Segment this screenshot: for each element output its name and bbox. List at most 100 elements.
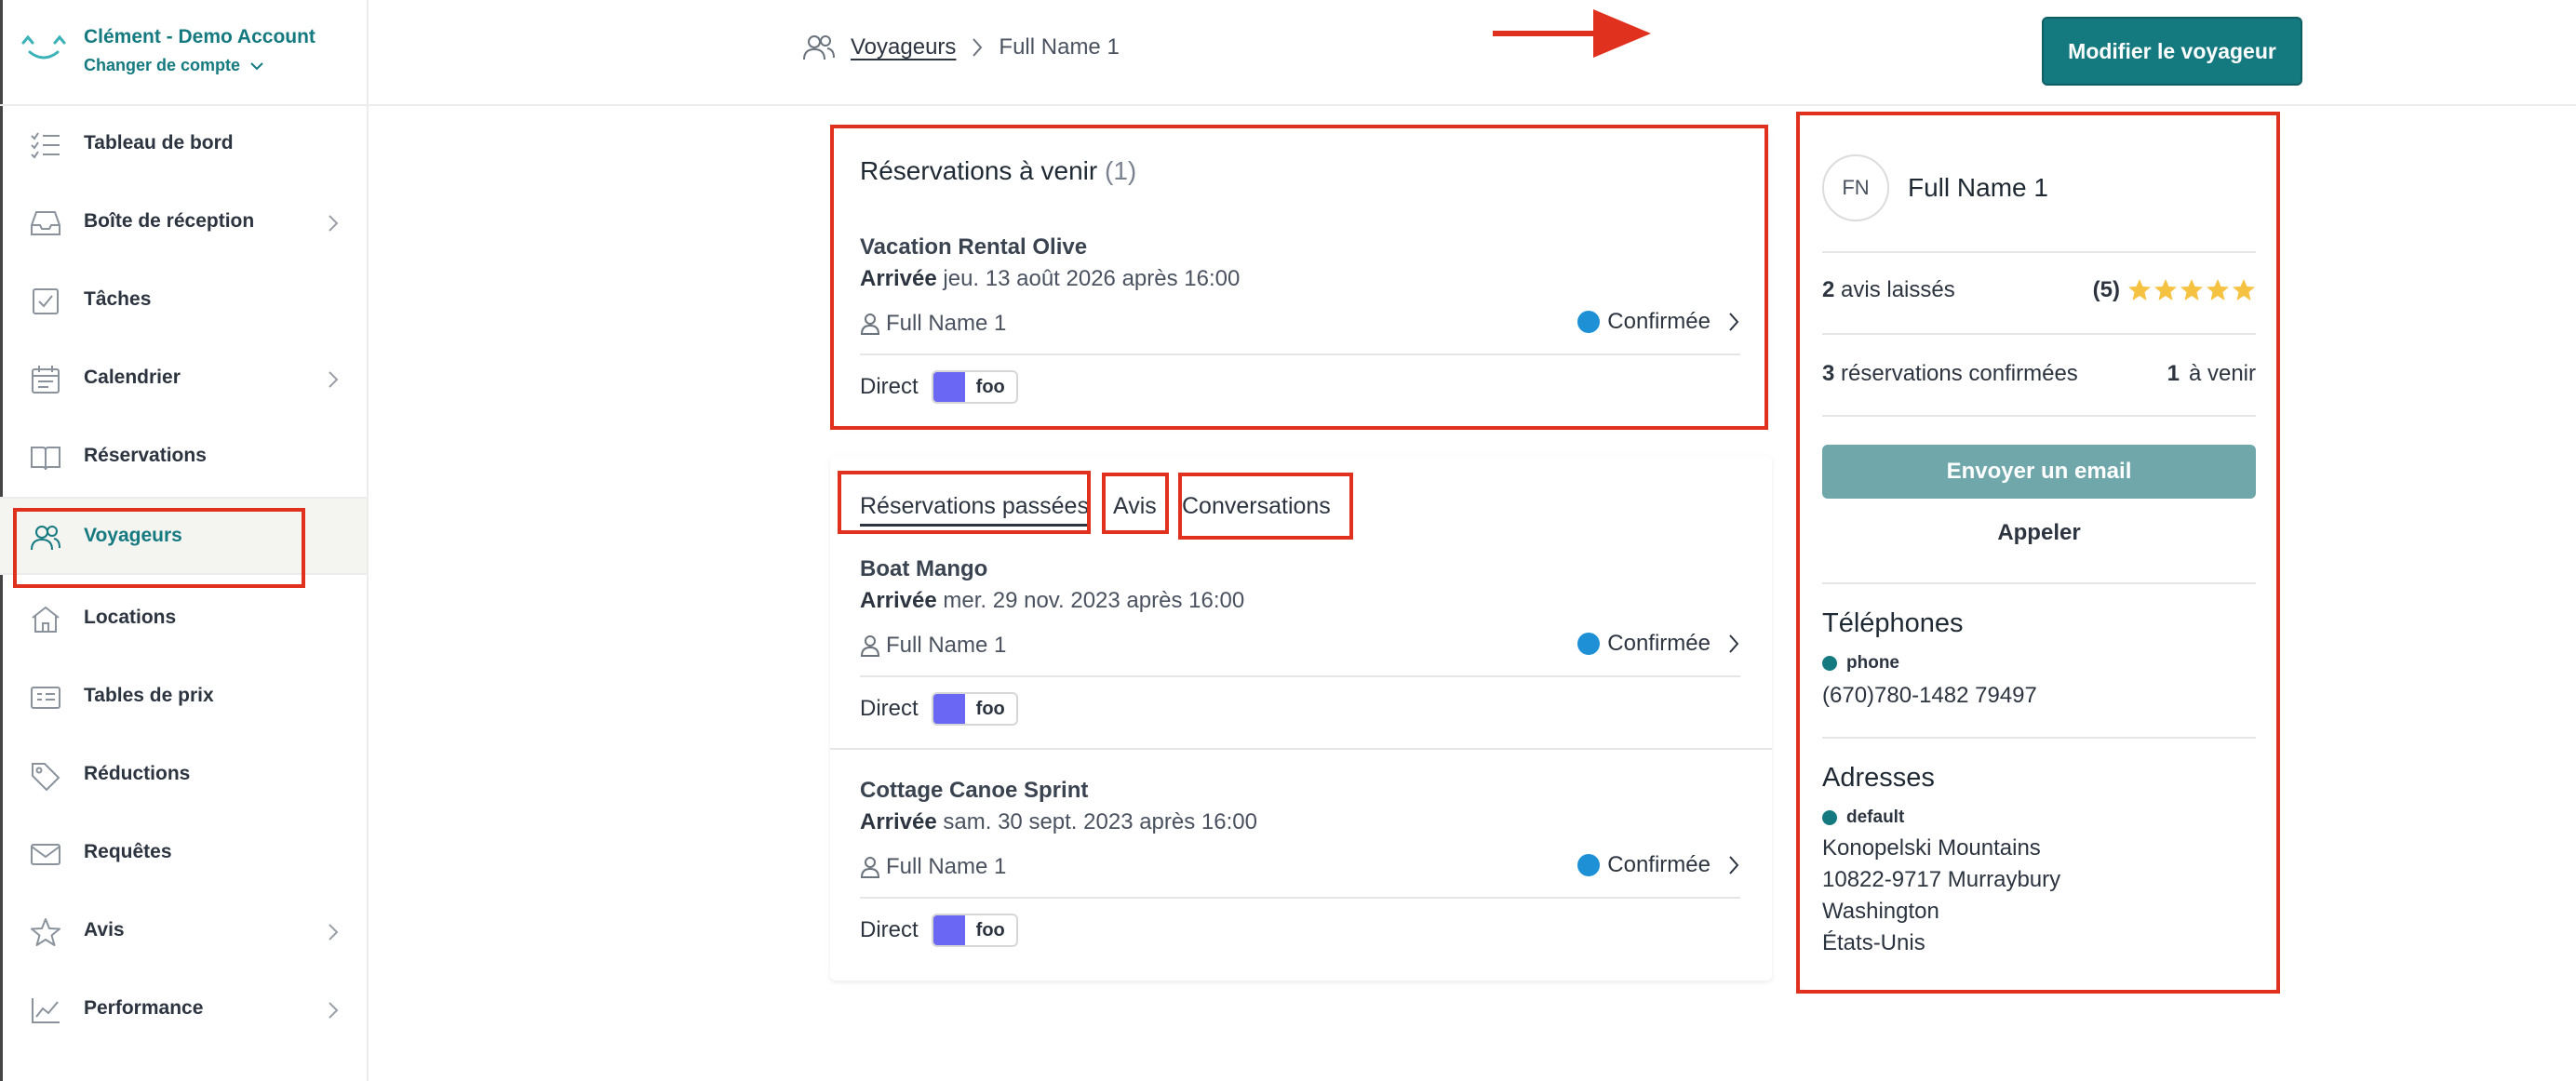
sidebar-item-label: Tâches: [84, 288, 152, 310]
guest-name: Full Name 1: [860, 854, 1006, 880]
phone-kind: phone: [1822, 653, 1899, 674]
sidebar-item-performance[interactable]: Performance: [0, 971, 367, 1049]
guest-name: Full Name 1: [860, 311, 1006, 337]
price-table-icon: [31, 687, 60, 709]
chevron-right-icon: [1729, 313, 1739, 331]
channel-label: Direct: [860, 374, 919, 399]
task-check-icon: [33, 288, 59, 314]
reviews-label: avis laissés: [1841, 277, 1955, 302]
address-kind-dot: [1822, 810, 1837, 825]
modify-traveler-button[interactable]: Modifier le voyageur: [2042, 17, 2302, 86]
chevron-right-icon: [329, 215, 339, 232]
channel-row: Direct foo: [860, 370, 1018, 404]
sidebar-item-label: Tableau de bord: [84, 132, 234, 153]
guest-name-label: Full Name 1: [886, 311, 1007, 336]
phone-value[interactable]: (670)780-1482 79497: [1822, 683, 2037, 709]
dashboard-list-icon: [31, 132, 60, 159]
tag-label: foo: [975, 698, 1005, 719]
sidebar-item-requetes[interactable]: Requêtes: [0, 815, 367, 893]
reviews-summary: 2 avis laissés (5): [1822, 277, 2256, 303]
status-confirmed[interactable]: Confirmée: [1577, 309, 1740, 335]
tag-label: foo: [975, 376, 1005, 397]
guest-name-label: Full Name 1: [886, 854, 1007, 879]
sidebar-item-calendrier[interactable]: Calendrier: [0, 340, 367, 419]
past-reservations-card: Réservations passées Avis Conversations …: [830, 456, 1772, 981]
sidebar-item-voyageurs[interactable]: Voyageurs: [0, 497, 367, 575]
sidebar-item-label: Performance: [84, 997, 204, 1019]
row-separator: [830, 748, 1772, 750]
sidebar-item-locations[interactable]: Locations: [0, 581, 367, 659]
sidebar-item-label: Calendrier: [84, 367, 181, 388]
tab-past-reservations[interactable]: Réservations passées: [860, 493, 1089, 527]
address-kind-label: default: [1846, 807, 1905, 827]
user-icon: [860, 314, 880, 335]
upcoming-summary: 1 à venir: [2167, 361, 2256, 387]
star-icon: [2180, 279, 2203, 300]
confirmed-count: 3: [1822, 361, 1835, 386]
divider: [860, 675, 1740, 677]
sidebar-item-avis[interactable]: Avis: [0, 893, 367, 971]
user-icon: [860, 857, 880, 878]
avatar: FN: [1822, 154, 1889, 221]
channel-label: Direct: [860, 696, 919, 721]
divider: [860, 354, 1740, 355]
home-icon: [32, 606, 60, 633]
tab-conversations[interactable]: Conversations: [1182, 493, 1331, 520]
star-icon: [2154, 279, 2177, 300]
smile-logo-icon: [21, 34, 66, 60]
arrival-line: Arrivée sam. 30 sept. 2023 après 16:00: [860, 809, 1257, 835]
channel-row: Direct foo: [860, 914, 1018, 947]
status-label: Confirmée: [1607, 631, 1711, 656]
sidebar-item-reservations[interactable]: Réservations: [0, 419, 367, 497]
arrival-date: jeu. 13 août 2026 après 16:00: [943, 266, 1241, 291]
chevron-right-icon: [973, 38, 983, 57]
users-icon: [803, 35, 835, 60]
star-icon: [2207, 279, 2229, 300]
sidebar-item-reductions[interactable]: Réductions: [0, 737, 367, 815]
send-email-button[interactable]: Envoyer un email: [1822, 445, 2256, 499]
account-name: Clément - Demo Account: [84, 26, 315, 47]
chevron-right-icon: [329, 1002, 339, 1019]
status-confirmed[interactable]: Confirmée: [1577, 631, 1740, 657]
status-label: Confirmée: [1607, 852, 1711, 877]
sidebar-item-taches[interactable]: Tâches: [0, 262, 367, 340]
channel-row: Direct foo: [860, 692, 1018, 726]
status-confirmed[interactable]: Confirmée: [1577, 852, 1740, 878]
switch-account-link[interactable]: Changer de compte: [84, 56, 264, 75]
property-name: Boat Mango: [860, 556, 988, 581]
sidebar-item-label: Réservations: [84, 445, 207, 466]
traveler-profile-card: FN Full Name 1 2 avis laissés (5) 3 rése…: [1800, 115, 2276, 990]
chevron-down-icon: [250, 61, 263, 70]
sidebar-item-boite-de-reception[interactable]: Boîte de réception: [0, 184, 367, 262]
sidebar-item-label: Avis: [84, 919, 125, 941]
users-icon: [31, 526, 60, 551]
sidebar-item-label: Réductions: [84, 763, 191, 784]
phone-kind-label: phone: [1846, 653, 1899, 673]
sidebar-item-tableau-de-bord[interactable]: Tableau de bord: [0, 106, 367, 184]
tag-color-swatch: [932, 694, 965, 724]
reservation-tag: foo: [931, 692, 1018, 726]
status-label: Confirmée: [1607, 309, 1711, 334]
arrival-line: Arrivée jeu. 13 août 2026 après 16:00: [860, 266, 1240, 292]
switch-account-label: Changer de compte: [84, 56, 241, 74]
sidebar-item-tables-de-prix[interactable]: Tables de prix: [0, 659, 367, 737]
status-dot: [1577, 633, 1601, 655]
address-line: Washington: [1822, 899, 1939, 924]
address-line: États-Unis: [1822, 930, 1925, 955]
chevron-right-icon: [1729, 856, 1739, 874]
status-dot: [1577, 854, 1601, 876]
phone-kind-dot: [1822, 656, 1837, 671]
arrival-label: Arrivée: [860, 266, 937, 291]
breadcrumb-link-voyageurs[interactable]: Voyageurs: [851, 34, 956, 60]
address-kind: default: [1822, 807, 1904, 828]
reviews-count: 2: [1822, 277, 1835, 302]
upcoming-label: à venir: [2188, 361, 2256, 386]
sidebar: Clément - Demo Account Changer de compte…: [0, 0, 369, 1081]
call-button[interactable]: Appeler: [1822, 512, 2256, 554]
status-dot: [1577, 311, 1601, 333]
divider: [860, 897, 1740, 899]
tab-reviews[interactable]: Avis: [1113, 493, 1157, 520]
address-line: Konopelski Mountains: [1822, 835, 2041, 861]
upcoming-count: (1): [1105, 156, 1137, 185]
account-switcher[interactable]: Clément - Demo Account Changer de compte: [0, 0, 367, 106]
